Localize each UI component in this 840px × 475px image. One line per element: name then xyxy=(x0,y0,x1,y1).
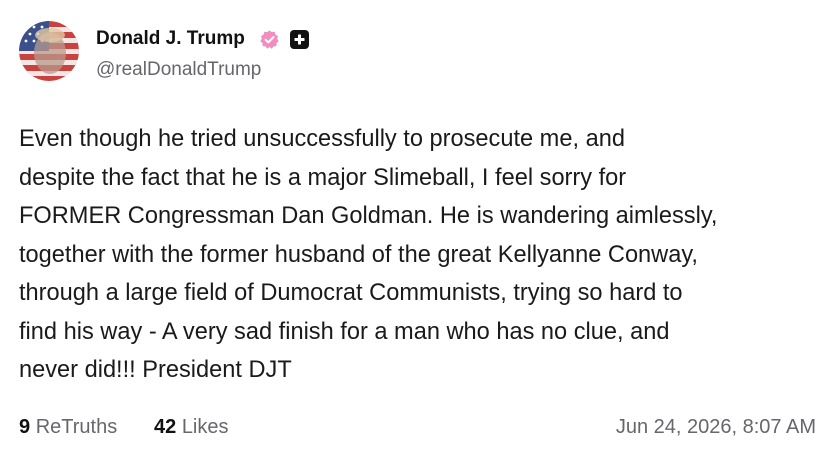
post-body-line: despite the fact that he is a major Slim… xyxy=(19,164,627,191)
post-body-line: FORMER Congressman Dan Goldman. He is wa… xyxy=(19,203,718,229)
post-body-line: Even though he tried unsuccessfully to p… xyxy=(19,126,625,152)
post-body-line: together with the former husband of the … xyxy=(19,241,698,268)
likes-stat[interactable]: 42 Likes xyxy=(154,413,229,441)
verified-badge-icon xyxy=(260,30,279,49)
author-handle[interactable]: @realDonaldTrump xyxy=(96,58,261,82)
post-card: Donald J. Trump @realDonaldTrump Even th… xyxy=(0,0,840,475)
post-timestamp[interactable]: Jun 24, 2026, 8:07 AM xyxy=(616,413,816,441)
avatar[interactable] xyxy=(19,21,79,81)
post-body-line: find his way - A very sad finish for a m… xyxy=(19,318,670,345)
retruths-count: 9 xyxy=(19,416,31,438)
plus-icon xyxy=(290,30,309,49)
post-body-line: through a large field of Dumocrat Commun… xyxy=(19,280,683,306)
author-name[interactable]: Donald J. Trump xyxy=(96,27,245,51)
likes-count: 42 xyxy=(154,416,177,438)
likes-label: Likes xyxy=(181,416,229,438)
post-body: Even though he tried unsuccessfully to p… xyxy=(19,120,829,390)
retruths-label: ReTruths xyxy=(35,416,118,438)
retruths-stat[interactable]: 9 ReTruths xyxy=(19,413,117,441)
post-footer: 9 ReTruths 42 Likes Jun 24, 2026, 8:07 A… xyxy=(19,413,816,441)
post-body-line: never did!!! President DJT xyxy=(19,357,292,383)
